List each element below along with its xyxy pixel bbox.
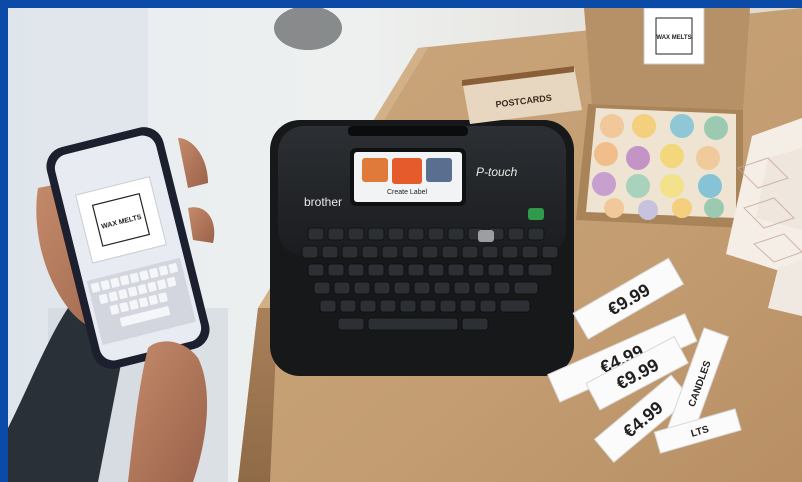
screen-caption: Create Label [387, 189, 428, 196]
left-blue-strip [0, 400, 8, 482]
box-lid-label: WAX MELTS [656, 35, 691, 41]
label-printer: Create Label brother P-touch [270, 120, 574, 376]
model-logo: P-touch [476, 165, 518, 179]
brand-logo: brother [304, 195, 342, 209]
photo-frame: WAX MELTS Create Label brother P-touch W… [0, 0, 802, 482]
top-blue-bar [0, 0, 802, 8]
product-photo: WAX MELTS Create Label brother P-touch W… [8, 8, 802, 482]
scene-illustration: WAX MELTS Create Label brother P-touch W… [8, 8, 802, 482]
